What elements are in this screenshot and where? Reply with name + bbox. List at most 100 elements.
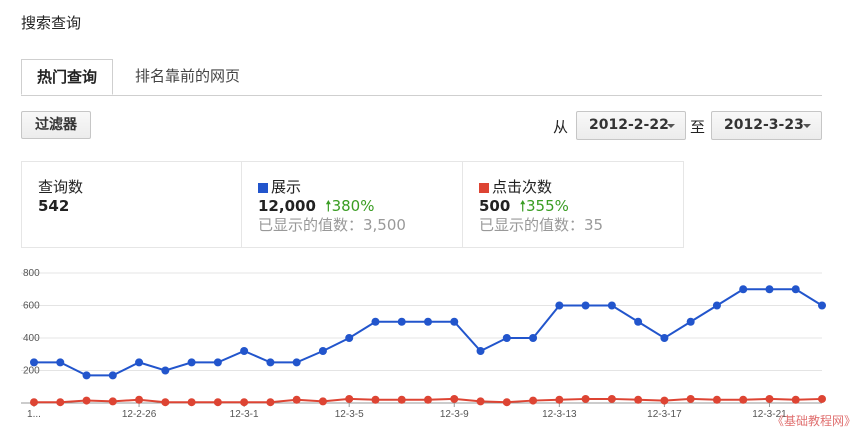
metric-change: 🠕380% [325,197,374,215]
metric-queries[interactable]: 查询数 542 [22,162,242,247]
clicks-point [30,398,38,407]
impressions-point [266,358,275,367]
chevron-down-icon [803,124,811,128]
clicks-point [56,398,65,407]
metric-name: 展示 [271,178,302,196]
metric-value: 12,000 [258,197,316,215]
metric-value-row: 12,000 🠕380% [258,197,462,216]
clicks-point [502,398,511,407]
metrics-panel: 查询数 542 展示 12,000 🠕380% 已显示的值数：3,500 点击次… [21,161,684,248]
clicks-point [424,395,432,404]
impressions-point [318,347,327,355]
impressions-point [739,285,748,294]
x-tick-label: 12-2-26 [122,409,157,420]
clicks-point [266,398,275,407]
clicks-point [213,398,222,407]
x-tick-label: 12-3-5 [335,409,364,420]
clicks-swatch-icon [479,182,489,193]
clicks-point [607,394,616,403]
clicks-point [187,398,196,407]
metric-shown-count: 已显示的值数：3,500 [258,216,406,234]
impressions-point [660,334,669,342]
from-date-dropdown[interactable]: 2012-2-22 [576,111,686,140]
clicks-point [660,396,669,405]
metric-shown-count: 已显示的值数：35 [479,216,604,234]
impressions-point [424,317,432,326]
impressions-point [555,301,564,310]
impressions-point [765,285,774,294]
x-tick-label: 1... [27,409,41,420]
clicks-point [135,395,144,404]
impressions-point [712,301,721,310]
clicks-point [292,395,301,404]
clicks-point [240,398,249,407]
impressions-point [791,285,800,294]
metric-value: 542 [38,197,70,215]
filter-button[interactable]: 过滤器 [21,111,91,139]
clicks-point [712,395,721,404]
page-title: 搜索查询 [21,14,82,32]
chevron-down-icon [667,124,675,128]
impressions-point [82,371,91,380]
from-date-value: 2012-2-22 [589,117,669,133]
clicks-point [765,394,774,403]
clicks-point [818,394,826,403]
clicks-point [791,395,800,404]
line-chart: 200 400 600 800 1... 12-2-26 12-3-1 12-3-5 12-3-… [21,268,826,420]
impressions-point [345,334,354,342]
x-tick-label: 12-3-17 [647,409,682,420]
tab-bar: 热门查询 排名靠前的网页 [21,59,822,96]
metric-value-row: 500 🠕355% [479,197,683,216]
clicks-point [371,395,380,404]
tab-top-pages[interactable]: 排名靠前的网页 [121,59,254,95]
y-tick-label: 200 [23,366,40,377]
impressions-point [450,317,459,326]
clicks-point [555,395,564,404]
from-label: 从 [553,118,569,136]
clicks-point [686,394,695,403]
impressions-point [581,301,590,310]
clicks-point [318,397,327,406]
impressions-point [397,317,406,326]
metric-change: 🠕355% [520,197,569,215]
metric-value: 500 [479,197,511,215]
to-label: 至 [690,118,706,136]
impressions-point [476,347,485,355]
impressions-point [607,301,616,310]
x-tick-label: 12-3-13 [542,409,577,420]
y-tick-label: 800 [23,268,40,279]
clicks-point [581,394,590,403]
impressions-point [634,317,643,326]
impressions-swatch-icon [258,182,268,193]
y-tick-label: 600 [23,301,40,312]
impressions-point [818,301,826,310]
x-tick-label: 12-3-9 [440,409,469,420]
impressions-point [135,358,144,367]
to-date-dropdown[interactable]: 2012-3-23 [711,111,822,140]
clicks-point [397,395,406,404]
impressions-point [371,317,380,326]
metric-name-row: 展示 [258,178,462,197]
metric-impressions[interactable]: 展示 12,000 🠕380% 已显示的值数：3,500 [242,162,463,247]
clicks-point [529,396,538,405]
impressions-point [292,358,301,367]
impressions-point [161,366,170,375]
clicks-point [82,396,91,405]
impressions-point [187,358,196,367]
impressions-point [213,358,222,367]
to-date-value: 2012-3-23 [724,117,804,133]
impressions-point [30,358,38,367]
clicks-point [161,398,170,407]
clicks-point [450,394,459,403]
performance-chart: 200 400 600 800 1... 12-2-26 12-3-1 12-3-5 12-3-… [0,262,860,431]
tab-top-queries[interactable]: 热门查询 [21,59,113,95]
metric-clicks[interactable]: 点击次数 500 🠕355% 已显示的值数：35 [463,162,683,247]
impressions-point [240,347,249,355]
metric-name-row: 点击次数 [479,178,683,197]
metric-name: 查询数 [38,178,84,196]
clicks-point [634,395,643,404]
impressions-point [108,371,117,380]
watermark: 《基础教程网》 [771,414,856,428]
impressions-point [56,358,65,367]
clicks-point [476,397,485,406]
